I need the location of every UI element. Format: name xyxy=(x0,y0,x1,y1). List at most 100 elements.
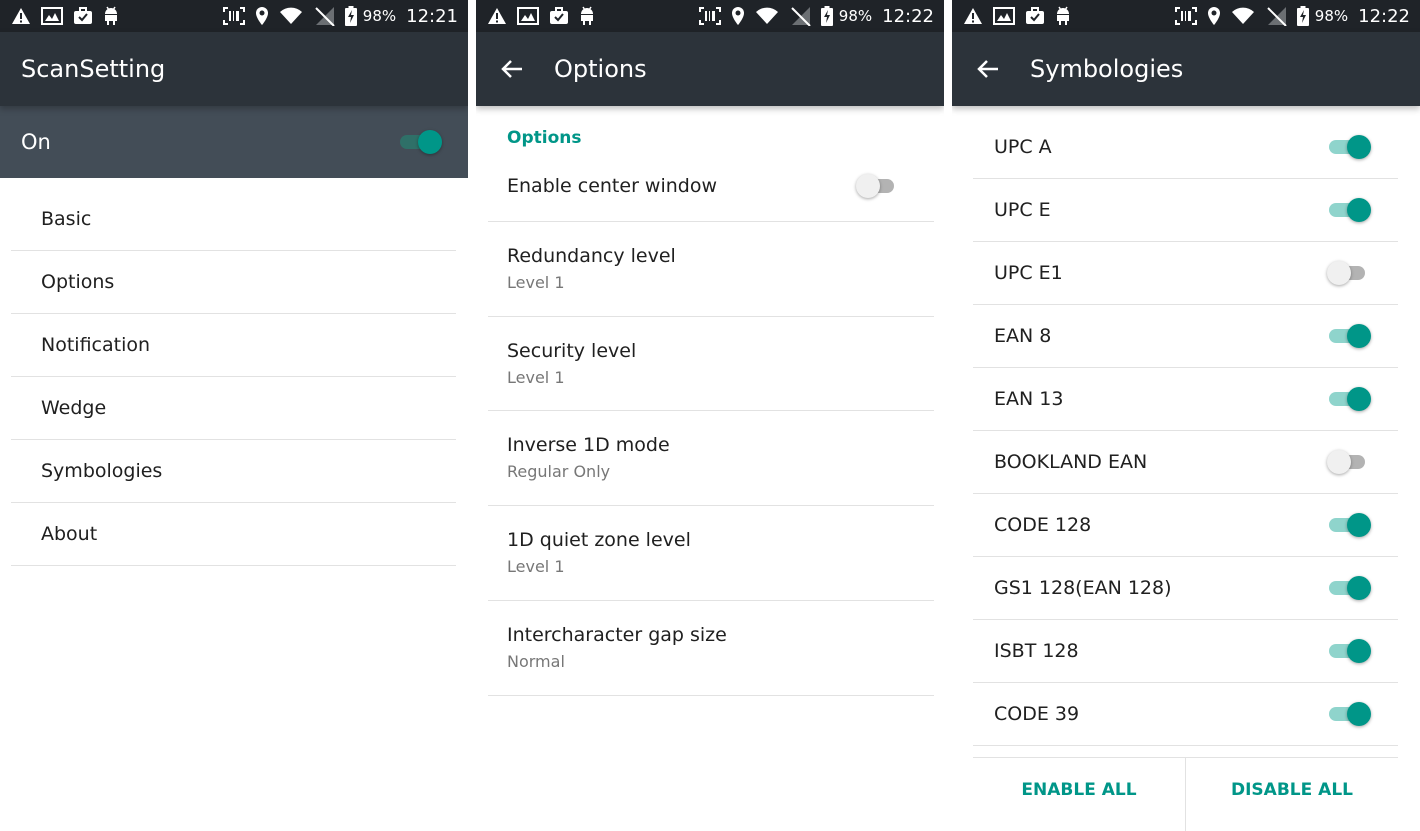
symbology-label: BOOKLAND EAN xyxy=(994,451,1148,473)
briefcase-check-icon xyxy=(74,7,92,24)
menu-item-wedge[interactable]: Wedge xyxy=(11,377,456,440)
briefcase-check-icon xyxy=(550,7,568,24)
master-switch-bar[interactable]: On xyxy=(0,106,468,178)
item-value: Regular Only xyxy=(507,462,611,481)
symbology-toggle[interactable] xyxy=(1327,447,1373,477)
options-screen: 98% 12:22 Options Options Enable center … xyxy=(476,0,944,831)
toggle-thumb xyxy=(1327,450,1351,474)
item-title: 1D quiet zone level xyxy=(507,529,691,551)
enable-all-button[interactable]: ENABLE ALL xyxy=(973,760,1185,820)
toggle-thumb xyxy=(1347,702,1371,726)
menu-item-label: Notification xyxy=(41,334,151,356)
symbology-toggle[interactable] xyxy=(1327,573,1373,603)
toggle-thumb xyxy=(1347,135,1371,159)
location-icon xyxy=(731,7,744,25)
menu-item-label: Options xyxy=(41,271,115,293)
no-signal-icon xyxy=(791,7,811,26)
intercharacter-gap-item[interactable]: Intercharacter gap size Normal xyxy=(488,601,934,696)
symbology-toggle[interactable] xyxy=(1327,384,1373,414)
symbology-row-isbt-128[interactable]: ISBT 128 xyxy=(973,620,1398,683)
status-bar: 98% 12:21 xyxy=(0,0,468,32)
menu-item-options[interactable]: Options xyxy=(11,251,456,314)
symbology-toggle[interactable] xyxy=(1327,321,1373,351)
toggle-thumb xyxy=(1327,261,1351,285)
item-title: Intercharacter gap size xyxy=(507,624,727,646)
symbology-toggle[interactable] xyxy=(1327,132,1373,162)
back-arrow-icon[interactable] xyxy=(976,59,1000,79)
symbology-row-upc-e1[interactable]: UPC E1 xyxy=(973,242,1398,305)
warning-icon xyxy=(964,8,982,24)
barcode-scan-icon xyxy=(698,7,721,25)
symbology-row-code-39[interactable]: CODE 39 xyxy=(973,683,1398,746)
item-value: Level 1 xyxy=(507,368,565,387)
gallery-icon xyxy=(517,7,539,25)
symbology-row-bookland-ean[interactable]: BOOKLAND EAN xyxy=(973,431,1398,494)
clock: 12:22 xyxy=(882,5,934,27)
toggle-thumb xyxy=(1347,324,1371,348)
location-icon xyxy=(255,7,268,25)
menu-item-label: Wedge xyxy=(41,397,107,419)
symbology-label: UPC A xyxy=(994,136,1052,158)
symbology-toggle[interactable] xyxy=(1327,510,1373,540)
item-title: Inverse 1D mode xyxy=(507,434,670,456)
toggle-thumb xyxy=(1347,198,1371,222)
inverse-1d-mode-item[interactable]: Inverse 1D mode Regular Only xyxy=(488,411,934,506)
symbology-row-ean-8[interactable]: EAN 8 xyxy=(973,305,1398,368)
android-icon xyxy=(105,6,117,25)
symbology-row-upc-a[interactable]: UPC A xyxy=(973,116,1398,179)
symbology-toggle[interactable] xyxy=(1327,195,1373,225)
wifi-icon xyxy=(1231,7,1254,24)
android-icon xyxy=(1057,6,1069,25)
barcode-scan-icon xyxy=(222,7,245,25)
battery-percent: 98% xyxy=(838,7,873,25)
quiet-zone-level-item[interactable]: 1D quiet zone level Level 1 xyxy=(488,506,934,601)
back-arrow-icon[interactable] xyxy=(500,59,524,79)
menu-item-notification[interactable]: Notification xyxy=(11,314,456,377)
enable-center-window-toggle[interactable] xyxy=(856,171,902,201)
enable-center-window-row[interactable]: Enable center window xyxy=(488,158,934,222)
symbology-label: CODE 128 xyxy=(994,514,1092,536)
symbology-toggle[interactable] xyxy=(1327,636,1373,666)
clock: 12:22 xyxy=(1358,5,1410,27)
item-title: Redundancy level xyxy=(507,245,676,267)
symbology-row-ean-13[interactable]: EAN 13 xyxy=(973,368,1398,431)
symbology-row-upc-e[interactable]: UPC E xyxy=(973,179,1398,242)
enable-center-window-label: Enable center window xyxy=(507,175,718,197)
section-header: Options xyxy=(507,128,582,148)
symbology-row-gs1-128[interactable]: GS1 128(EAN 128) xyxy=(973,557,1398,620)
menu-item-label: About xyxy=(41,523,98,545)
symbology-label: GS1 128(EAN 128) xyxy=(994,577,1172,599)
barcode-scan-icon xyxy=(1174,7,1197,25)
item-value: Level 1 xyxy=(507,273,565,292)
symbology-label: CODE 39 xyxy=(994,703,1080,725)
page-title: Options xyxy=(554,55,647,83)
gallery-icon xyxy=(41,7,63,25)
item-value: Level 1 xyxy=(507,557,565,576)
wifi-icon xyxy=(755,7,778,24)
app-bar: ScanSetting xyxy=(0,32,468,106)
symbology-toggle[interactable] xyxy=(1327,699,1373,729)
status-bar: 98% 12:22 xyxy=(476,0,944,32)
toggle-thumb xyxy=(856,174,880,198)
redundancy-level-item[interactable]: Redundancy level Level 1 xyxy=(488,222,934,317)
security-level-item[interactable]: Security level Level 1 xyxy=(488,317,934,411)
briefcase-check-icon xyxy=(1026,7,1044,24)
symbology-row-code-128[interactable]: CODE 128 xyxy=(973,494,1398,557)
item-value: Normal xyxy=(507,652,565,671)
symbology-label: UPC E xyxy=(994,199,1051,221)
menu-item-symbologies[interactable]: Symbologies xyxy=(11,440,456,503)
warning-icon xyxy=(12,8,30,24)
menu-item-basic[interactable]: Basic xyxy=(11,188,456,251)
master-toggle[interactable] xyxy=(398,127,444,157)
toggle-thumb xyxy=(1347,387,1371,411)
item-title: Security level xyxy=(507,340,637,362)
app-bar: Options xyxy=(476,32,944,106)
toggle-thumb xyxy=(1347,513,1371,537)
location-icon xyxy=(1207,7,1220,25)
symbology-label: EAN 8 xyxy=(994,325,1052,347)
battery-percent: 98% xyxy=(1314,7,1349,25)
symbology-toggle[interactable] xyxy=(1327,258,1373,288)
menu-item-about[interactable]: About xyxy=(11,503,456,566)
disable-all-button[interactable]: DISABLE ALL xyxy=(1186,760,1398,820)
toggle-thumb xyxy=(1347,639,1371,663)
